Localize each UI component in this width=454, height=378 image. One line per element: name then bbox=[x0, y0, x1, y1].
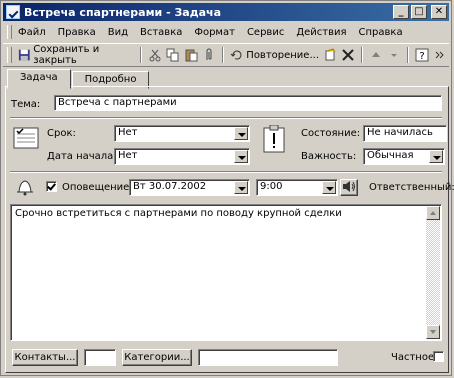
due-date-combo[interactable]: Нет bbox=[114, 125, 250, 142]
scissors-icon bbox=[149, 49, 161, 62]
task-app-icon[interactable] bbox=[6, 5, 20, 19]
status-label: Состояние: bbox=[301, 128, 361, 139]
chevron-down-icon[interactable] bbox=[234, 150, 248, 163]
menu-edit[interactable]: Правка bbox=[58, 27, 96, 38]
start-date-label: Дата начала: bbox=[47, 151, 117, 162]
delete-x-icon bbox=[342, 49, 354, 61]
copy-button[interactable] bbox=[164, 46, 182, 64]
close-button[interactable]: ✕ bbox=[431, 5, 447, 19]
status-combo[interactable]: Не начилась bbox=[363, 125, 447, 142]
menu-bar: Файл Правка Вид Вставка Формат Сервис Де… bbox=[3, 23, 449, 41]
maximize-button[interactable]: □ bbox=[411, 5, 427, 19]
reminder-label: Оповещение: bbox=[62, 182, 133, 193]
reminder-date-value: Вт 30.07.2002 bbox=[133, 181, 207, 192]
svg-text:?: ? bbox=[419, 51, 424, 62]
menu-file[interactable]: Файл bbox=[18, 27, 46, 38]
minimize-button[interactable]: _ bbox=[393, 5, 409, 19]
reminder-time-value: 9:00 bbox=[260, 181, 283, 192]
task-window: Встреча спартнерами - Задача _ □ ✕ Файл … bbox=[0, 0, 454, 376]
chevron-down-icon[interactable] bbox=[234, 127, 248, 140]
divider bbox=[10, 171, 442, 173]
toolbar-options-button[interactable] bbox=[431, 46, 449, 64]
assign-task-button[interactable] bbox=[321, 46, 339, 64]
menu-tools[interactable]: Сервис bbox=[247, 27, 284, 38]
next-item-dropdown[interactable] bbox=[385, 46, 403, 64]
standard-toolbar: Сохранить и закрыть Повторение... ? bbox=[3, 43, 449, 67]
reminder-date-combo[interactable]: Вт 30.07.2002 bbox=[129, 179, 250, 196]
priority-value: Обычная bbox=[367, 150, 414, 161]
contacts-button[interactable]: Контакты... bbox=[12, 349, 78, 366]
reminder-time-combo[interactable]: 9:00 bbox=[256, 179, 338, 196]
speaker-icon bbox=[343, 181, 355, 192]
copy-icon bbox=[166, 48, 179, 62]
assign-task-icon bbox=[325, 48, 336, 61]
dropdown-arrow-icon bbox=[391, 54, 397, 57]
toolbar-separator bbox=[222, 47, 225, 63]
help-button[interactable]: ? bbox=[413, 46, 431, 64]
reminder-sound-button[interactable] bbox=[340, 179, 358, 196]
due-date-value: Нет bbox=[118, 127, 138, 138]
up-arrow-icon bbox=[372, 52, 380, 57]
scroll-up-button[interactable] bbox=[426, 206, 440, 220]
toolbar-grip[interactable] bbox=[7, 47, 12, 63]
chevron-down-icon[interactable] bbox=[322, 181, 336, 194]
toolbar-separator bbox=[407, 47, 409, 63]
menu-help[interactable]: Справка bbox=[359, 27, 403, 38]
menu-insert[interactable]: Вставка bbox=[140, 27, 182, 38]
paste-icon bbox=[185, 49, 198, 62]
start-date-value: Нет bbox=[118, 150, 138, 161]
notes-scrollbar[interactable] bbox=[426, 206, 440, 339]
divider bbox=[10, 117, 442, 119]
attach-button[interactable] bbox=[200, 46, 218, 64]
categories-button[interactable]: Категории... bbox=[122, 349, 192, 366]
cut-button[interactable] bbox=[146, 46, 164, 64]
menu-view[interactable]: Вид bbox=[108, 27, 128, 38]
toolbar-separator bbox=[140, 47, 143, 63]
toolbar-separator bbox=[361, 47, 363, 63]
notes-textarea[interactable]: Срочно встретиться с партнерами по повод… bbox=[10, 204, 442, 341]
save-icon bbox=[18, 49, 30, 61]
bell-icon bbox=[17, 180, 33, 196]
paste-button[interactable] bbox=[182, 46, 200, 64]
recurrence-button[interactable]: Повторение... bbox=[228, 46, 321, 64]
tab-task[interactable]: Задача bbox=[7, 69, 71, 89]
help-icon: ? bbox=[415, 48, 429, 62]
save-close-label: Сохранить и закрыть bbox=[33, 44, 100, 66]
toolbar-options-icon bbox=[435, 51, 444, 59]
categories-field[interactable] bbox=[198, 349, 338, 366]
status-value: Не начилась bbox=[367, 127, 433, 138]
chevron-down-icon[interactable] bbox=[429, 150, 443, 163]
subject-field[interactable]: Встреча с партнерами bbox=[54, 95, 442, 111]
recurrence-icon bbox=[230, 50, 242, 60]
chevron-down-icon[interactable] bbox=[234, 181, 248, 194]
window-title: Встреча спартнерами - Задача bbox=[24, 5, 222, 19]
task-icon bbox=[13, 127, 39, 149]
due-date-label: Срок: bbox=[47, 128, 76, 139]
title-bar[interactable]: Встреча спартнерами - Задача _ □ ✕ bbox=[3, 3, 449, 21]
contacts-field[interactable] bbox=[84, 349, 116, 366]
paperclip-icon bbox=[206, 48, 212, 60]
reminder-checkbox[interactable] bbox=[46, 181, 57, 192]
scroll-down-button[interactable] bbox=[426, 325, 440, 339]
priority-label: Важность: bbox=[301, 151, 357, 162]
tab-strip: Задача Подробно bbox=[7, 69, 150, 89]
private-checkbox[interactable] bbox=[433, 351, 444, 362]
save-close-button[interactable]: Сохранить и закрыть bbox=[16, 44, 137, 66]
status-exclamation-icon bbox=[263, 125, 285, 153]
subject-label: Тема: bbox=[11, 99, 41, 110]
menu-format[interactable]: Формат bbox=[194, 27, 235, 38]
menu-actions[interactable]: Действия bbox=[296, 27, 346, 38]
menu-grip[interactable] bbox=[7, 25, 12, 39]
private-label: Частное bbox=[391, 352, 435, 363]
notes-text: Срочно встретиться с партнерами по повод… bbox=[15, 208, 342, 219]
delete-button[interactable] bbox=[339, 46, 357, 64]
previous-item-button[interactable] bbox=[367, 46, 385, 64]
recurrence-label: Повторение... bbox=[246, 49, 319, 61]
priority-combo[interactable]: Обычная bbox=[363, 148, 445, 165]
owner-label: Ответственный: bbox=[369, 182, 454, 193]
start-date-combo[interactable]: Нет bbox=[114, 148, 250, 165]
